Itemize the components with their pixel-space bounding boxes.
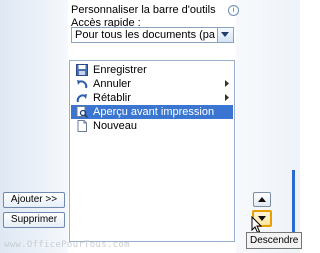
arrow-up-icon (258, 197, 266, 202)
add-button[interactable]: Ajouter >> (3, 192, 65, 208)
dropdown-button[interactable] (217, 28, 233, 42)
submenu-arrow-icon (225, 80, 229, 87)
redo-icon (76, 94, 87, 103)
info-icon[interactable]: i (228, 5, 239, 16)
chevron-down-icon (221, 32, 229, 37)
save-icon (76, 64, 88, 76)
scope-dropdown[interactable]: Pour tous les documents (par dé... (71, 27, 234, 43)
tooltip: Descendre (246, 232, 303, 249)
list-item-label: Annuler (93, 78, 131, 90)
list-item-label: Aperçu avant impression (93, 106, 215, 118)
commands-listbox[interactable]: Enregistrer Annuler Rétablir Aperçu avan… (69, 60, 235, 242)
list-item-selected[interactable]: Aperçu avant impression (71, 105, 233, 119)
new-document-icon (77, 120, 87, 132)
remove-button[interactable]: Supprimer (3, 212, 65, 228)
list-item-label: Rétablir (93, 92, 131, 104)
undo-icon (77, 80, 88, 89)
list-item-label: Enregistrer (93, 64, 147, 76)
list-item[interactable]: Rétablir (71, 91, 233, 105)
move-up-button[interactable] (253, 192, 271, 207)
window-edge (292, 170, 295, 240)
print-preview-icon (76, 106, 88, 118)
list-item-label: Nouveau (93, 120, 138, 132)
list-item[interactable]: Annuler (71, 77, 233, 91)
list-item[interactable]: Nouveau (71, 119, 233, 133)
submenu-arrow-icon (225, 94, 229, 101)
scope-dropdown-value: Pour tous les documents (par dé... (75, 29, 215, 41)
watermark: www.OfficePourTous.com (4, 240, 130, 250)
list-item[interactable]: Enregistrer (71, 63, 233, 77)
